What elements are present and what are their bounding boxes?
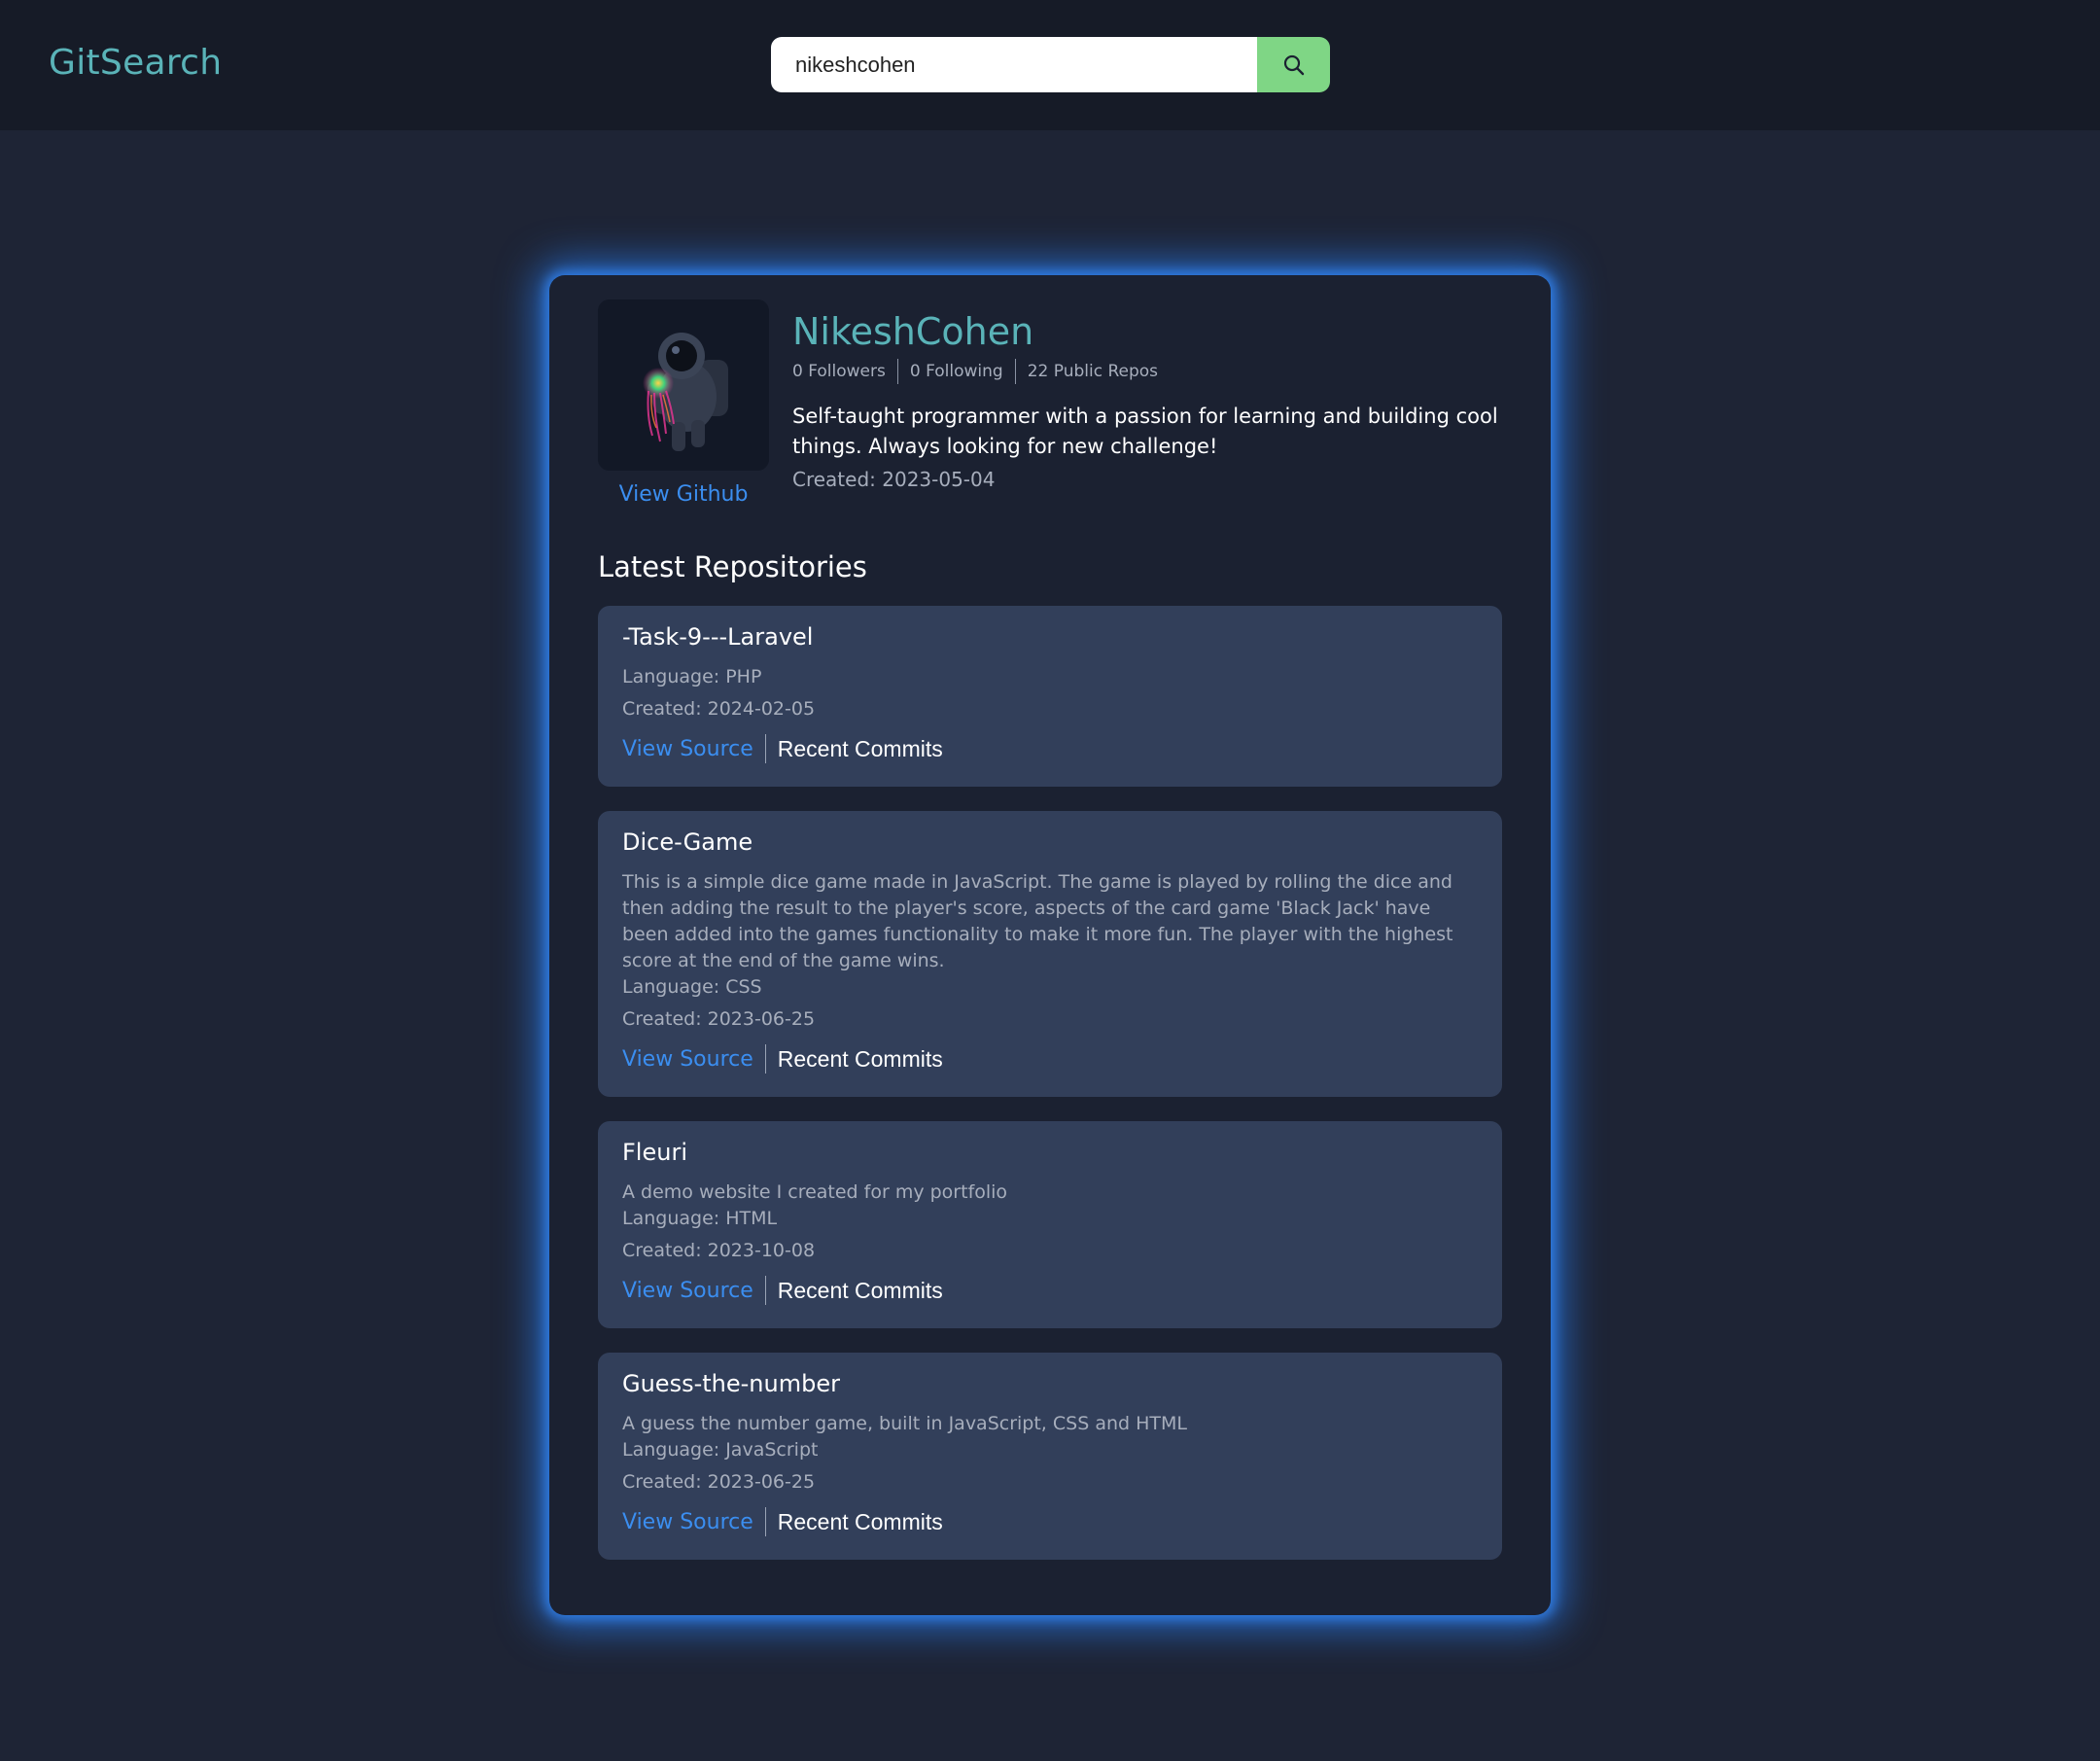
actions-divider — [764, 734, 766, 763]
repo-created-date: Created: 2024-02-05 — [622, 698, 816, 720]
repo-card: Dice-Game This is a simple dice game mad… — [598, 811, 1502, 1097]
repo-description: This is a simple dice game made in JavaS… — [622, 871, 1453, 971]
search-button[interactable] — [1257, 37, 1330, 92]
repo-card: Fleuri A demo website I created for my p… — [598, 1121, 1502, 1328]
recent-commits-button[interactable]: Recent Commits — [778, 1509, 943, 1535]
repo-language: Language: HTML — [622, 1208, 778, 1229]
repo-created-date: Created: 2023-06-25 — [622, 1471, 816, 1493]
repo-name: -Task-9---Laravel — [622, 623, 814, 651]
profile-card: View Github NikeshCohen 0 Followers 0 Fo… — [549, 275, 1551, 1615]
latest-repositories-heading: Latest Repositories — [598, 550, 867, 583]
repo-name: Guess-the-number — [622, 1370, 840, 1397]
repo-language: Language: CSS — [622, 976, 762, 998]
repo-actions: View Source Recent Commits — [622, 1044, 1478, 1074]
app-logo[interactable]: GitSearch — [49, 43, 222, 83]
repo-actions: View Source Recent Commits — [622, 1276, 1478, 1305]
profile-info: NikeshCohen 0 Followers 0 Following 22 P… — [792, 310, 1512, 491]
recent-commits-button[interactable]: Recent Commits — [778, 1046, 943, 1073]
top-navbar: GitSearch — [0, 0, 2100, 130]
repo-language: Language: PHP — [622, 666, 762, 687]
profile-stats: 0 Followers 0 Following 22 Public Repos — [792, 358, 1512, 384]
repo-name: Dice-Game — [622, 828, 753, 856]
repository-list: -Task-9---Laravel Language: PHP Created:… — [598, 606, 1502, 1560]
repo-name: Fleuri — [622, 1139, 687, 1166]
stats-divider — [896, 358, 898, 384]
repo-created-date: Created: 2023-10-08 — [622, 1240, 816, 1261]
profile-bio: Self-taught programmer with a passion fo… — [792, 404, 1498, 458]
repo-card: -Task-9---Laravel Language: PHP Created:… — [598, 606, 1502, 787]
stats-divider — [1014, 358, 1016, 384]
astronaut-avatar — [598, 299, 769, 471]
actions-divider — [764, 1276, 766, 1305]
public-repos-count: 22 Public Repos — [1027, 361, 1159, 381]
recent-commits-button[interactable]: Recent Commits — [778, 1278, 943, 1304]
actions-divider — [764, 1507, 766, 1536]
search-form — [771, 37, 1330, 92]
repo-description: A guess the number game, built in JavaSc… — [622, 1413, 1187, 1434]
search-icon — [1283, 54, 1304, 75]
search-input[interactable] — [771, 37, 1257, 92]
view-source-link[interactable]: View Source — [622, 1510, 753, 1534]
repo-description: A demo website I created for my portfoli… — [622, 1181, 1008, 1203]
repo-created-date: Created: 2023-06-25 — [622, 1008, 816, 1030]
following-count: 0 Following — [909, 361, 1003, 381]
repo-actions: View Source Recent Commits — [622, 734, 1478, 763]
followers-count: 0 Followers — [792, 361, 886, 381]
repo-actions: View Source Recent Commits — [622, 1507, 1478, 1536]
repo-card: Guess-the-number A guess the number game… — [598, 1353, 1502, 1560]
view-source-link[interactable]: View Source — [622, 737, 753, 761]
profile-username: NikeshCohen — [792, 310, 1034, 353]
view-source-link[interactable]: View Source — [622, 1279, 753, 1303]
actions-divider — [764, 1044, 766, 1074]
recent-commits-button[interactable]: Recent Commits — [778, 736, 943, 762]
view-github-link[interactable]: View Github — [598, 482, 769, 507]
profile-created-date: Created: 2023-05-04 — [792, 467, 996, 491]
view-source-link[interactable]: View Source — [622, 1047, 753, 1072]
avatar-column: View Github — [598, 299, 769, 507]
repo-language: Language: JavaScript — [622, 1439, 819, 1461]
